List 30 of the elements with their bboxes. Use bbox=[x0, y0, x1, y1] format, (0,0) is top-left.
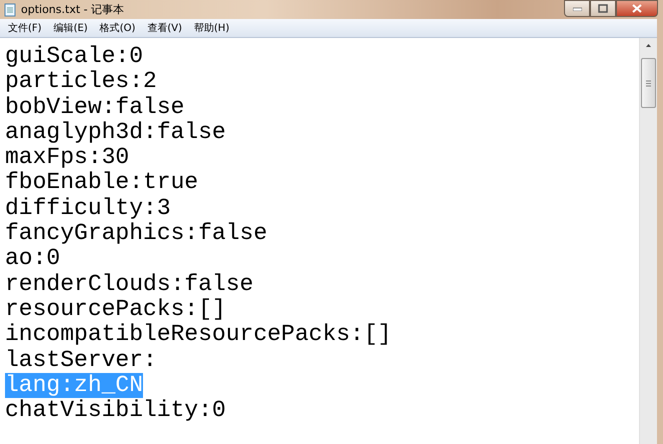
text-line: chatVisibility:0 bbox=[5, 398, 226, 424]
text-line: fancyGraphics:false bbox=[5, 221, 268, 246]
minimize-button[interactable] bbox=[564, 0, 590, 17]
text-line: anaglyph3d:false bbox=[5, 120, 226, 146]
maximize-icon bbox=[598, 4, 608, 13]
text-line: incompatibleResourcePacks:[] bbox=[5, 322, 392, 348]
text-line: ao:0 bbox=[5, 246, 60, 272]
close-icon bbox=[632, 4, 642, 13]
menu-item[interactable]: 查看(V) bbox=[141, 21, 188, 35]
text-line: maxFps:30 bbox=[5, 145, 130, 170]
minimize-icon bbox=[572, 6, 582, 10]
text-line: lastServer: bbox=[5, 348, 157, 373]
close-button[interactable] bbox=[616, 0, 658, 17]
text-line: bobView:false bbox=[5, 94, 184, 120]
notepad-icon bbox=[4, 2, 16, 16]
text-line: fboEnable:true bbox=[5, 170, 198, 196]
text-line: resourcePacks:[] bbox=[5, 296, 226, 322]
text-line: particles:2 bbox=[5, 69, 157, 95]
window-title: options.txt - 记事本 bbox=[21, 2, 124, 17]
text-line: guiScale:0 bbox=[5, 44, 144, 70]
text-line: renderClouds:false bbox=[5, 272, 254, 297]
scroll-thumb[interactable] bbox=[641, 58, 656, 108]
text-line: difficulty:3 bbox=[5, 196, 171, 222]
menu-item[interactable]: 格式(O) bbox=[94, 21, 142, 35]
menu-item[interactable]: 编辑(E) bbox=[48, 21, 94, 35]
scrollbar[interactable] bbox=[639, 38, 657, 444]
maximize-button[interactable] bbox=[590, 0, 616, 17]
menu-item[interactable]: 帮助(H) bbox=[188, 21, 236, 35]
menu-item[interactable]: 文件(F) bbox=[2, 21, 48, 35]
grip-icon bbox=[646, 80, 651, 86]
